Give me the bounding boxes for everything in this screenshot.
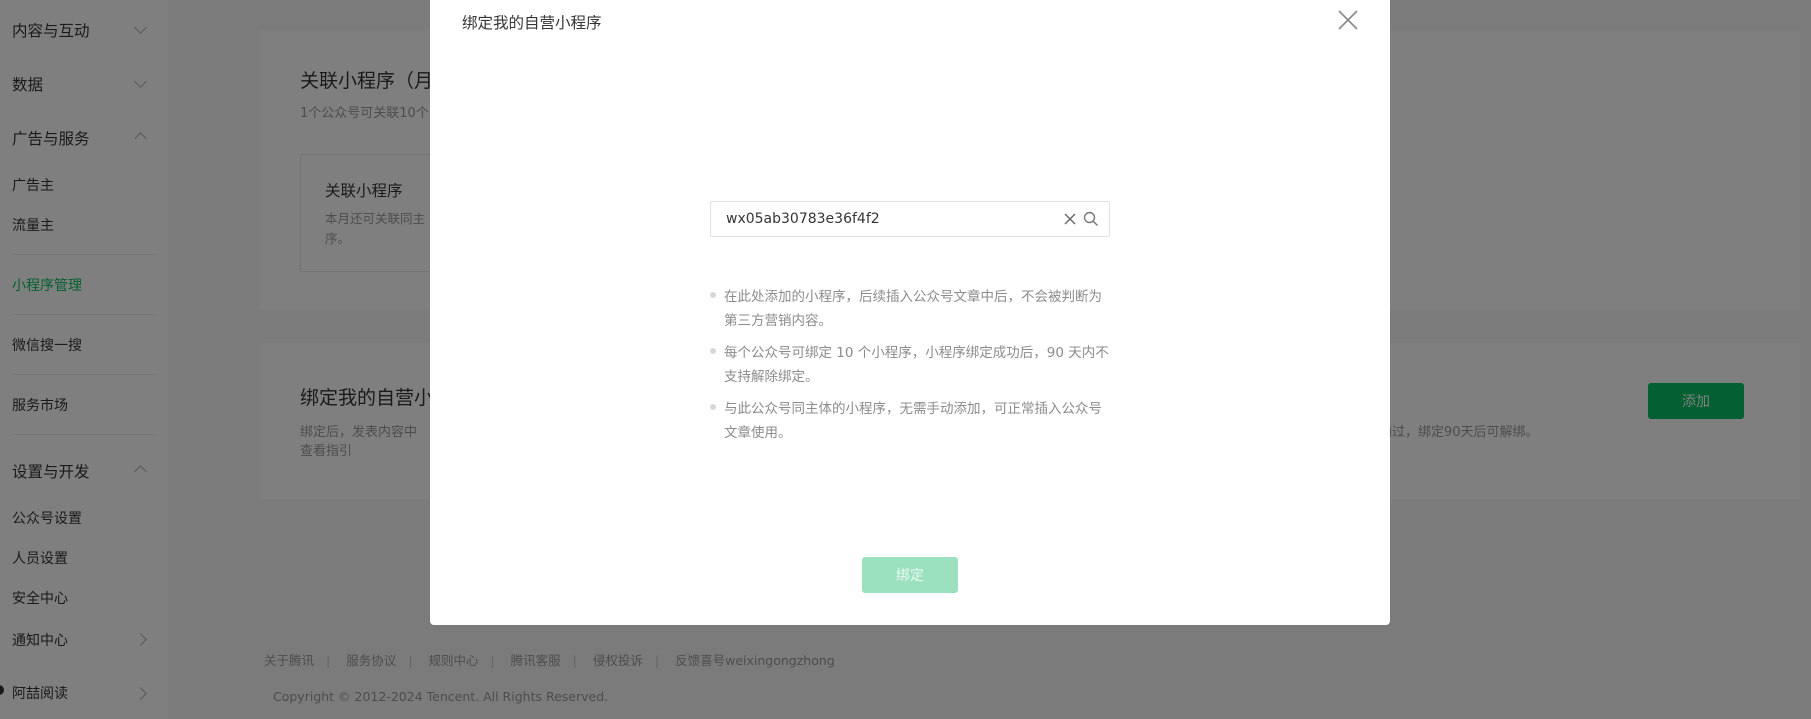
- search-icon[interactable]: [1083, 211, 1099, 227]
- appid-input[interactable]: [726, 202, 1026, 236]
- bullet-dot: [710, 404, 716, 410]
- tip-text: 每个公众号可绑定 10 个小程序，小程序绑定成功后，90 天内不支持解除绑定。: [724, 345, 1109, 385]
- tip-text: 与此公众号同主体的小程序，无需手动添加，可正常插入公众号文章使用。: [724, 401, 1102, 441]
- bullet-dot: [710, 348, 716, 354]
- dialog-title: 绑定我的自营小程序: [462, 14, 602, 32]
- clear-icon[interactable]: [1063, 212, 1077, 226]
- appid-search-box: [710, 201, 1110, 237]
- bind-mini-program-dialog: 绑定我的自营小程序 在此处添加的小程序，后续插入公众号文章中后，不会被判断为第三…: [430, 0, 1390, 625]
- bullet-dot: [710, 292, 716, 298]
- close-icon[interactable]: [1336, 8, 1360, 32]
- tip-text: 在此处添加的小程序，后续插入公众号文章中后，不会被判断为第三方营销内容。: [724, 289, 1102, 329]
- bind-button[interactable]: 绑定: [862, 557, 958, 593]
